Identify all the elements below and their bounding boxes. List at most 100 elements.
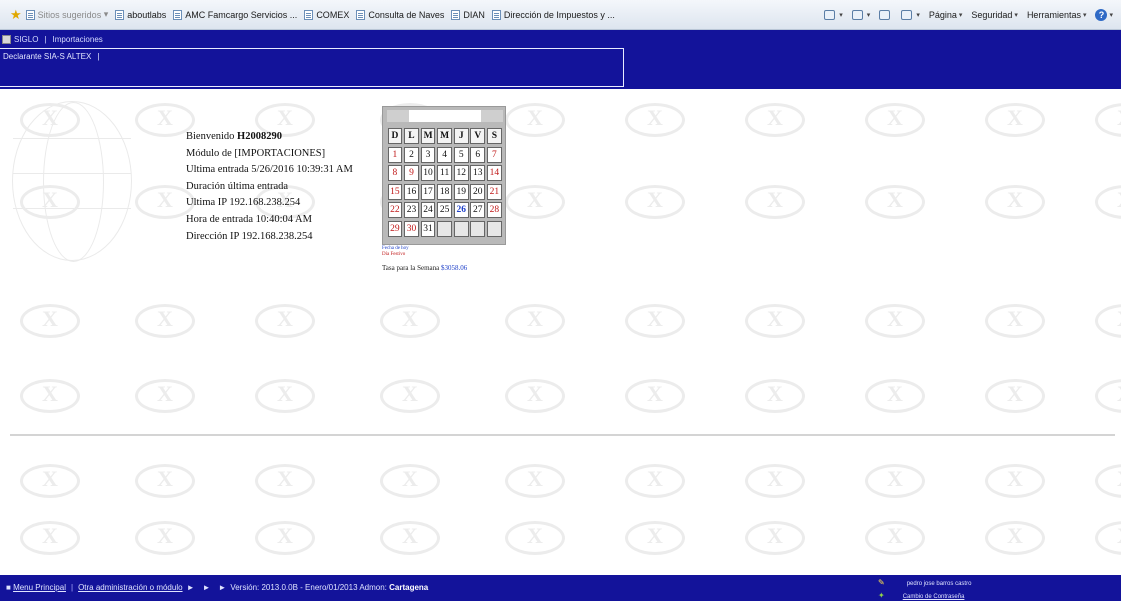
calendar-day[interactable]: 13 (470, 165, 486, 182)
watermark-logo-icon: X (255, 304, 315, 338)
home-button[interactable]: ▾ (824, 10, 843, 20)
user-name: pedro jose barros castro (906, 581, 972, 587)
calendar-day[interactable]: 16 (404, 183, 419, 200)
calendar-empty-cell (453, 220, 469, 237)
watermark-logo-icon: X (625, 379, 685, 413)
breadcrumb-separator: | (44, 34, 47, 44)
calendar-day[interactable]: 29 (387, 220, 403, 237)
calendar-day[interactable]: 18 (437, 183, 452, 200)
calendar-day[interactable]: 4 (437, 146, 452, 163)
horizontal-divider (10, 434, 1115, 436)
watermark-logo-icon: X (745, 464, 805, 498)
mail-button[interactable] (879, 10, 892, 20)
watermark-logo-icon: X (865, 464, 925, 498)
module-line: Módulo de [IMPORTACIONES] (186, 147, 326, 159)
calendar-day[interactable]: 14 (487, 165, 502, 182)
feeds-icon (851, 10, 863, 20)
print-button[interactable]: ▾ (901, 10, 920, 20)
watermark-logo-icon: X (135, 379, 195, 413)
watermark-logo-icon: X (135, 464, 195, 498)
calendar-day[interactable]: 31 (420, 220, 436, 237)
calendar-empty-cell (487, 220, 502, 237)
favorite-item[interactable]: Dirección de Impuestos y ... (491, 9, 615, 20)
watermark-logo-icon: X (135, 521, 195, 555)
calendar-day[interactable]: 7 (487, 146, 502, 163)
calendar-day[interactable]: 1 (387, 146, 403, 163)
exchange-rate: Tasa para la Semana $3058.06 (382, 264, 467, 272)
favorites-star-icon[interactable]: ★ (10, 7, 22, 23)
help-menu[interactable]: ? ▾ (1095, 9, 1113, 21)
watermark-logo-icon: X (1095, 379, 1121, 413)
calendar-header (387, 110, 503, 122)
favorite-item[interactable]: DIAN (451, 9, 485, 20)
calendar-week-row: 29 30 31 (387, 220, 503, 239)
calendar-day[interactable]: 5 (453, 146, 469, 163)
calendar-day[interactable]: 27 (470, 202, 486, 219)
calendar-day[interactable]: 8 (387, 165, 403, 182)
calendar-week-row: 1234567 (387, 146, 503, 165)
calendar-day[interactable]: 3 (420, 146, 436, 163)
favorite-item[interactable]: Sitios sugeridos ▾ (25, 9, 108, 20)
security-menu[interactable]: Seguridad ▾ (971, 10, 1018, 20)
favorite-item[interactable]: aboutlabs (115, 9, 166, 20)
watermark-logo-icon: X (505, 464, 565, 498)
favorite-item[interactable]: COMEX (304, 9, 349, 20)
page-icon (451, 9, 461, 20)
calendar-day[interactable]: 20 (470, 183, 486, 200)
watermark-logo-icon: X (505, 521, 565, 555)
help-icon: ? (1095, 9, 1108, 21)
calendar-day[interactable]: 30 (404, 220, 419, 237)
watermark-logo-icon: X (20, 304, 80, 338)
calendar-day[interactable]: 19 (453, 183, 469, 200)
calendar-weekday: M (420, 128, 436, 144)
calendar-empty-cell (470, 220, 486, 237)
calendar-day[interactable]: 15 (387, 183, 403, 200)
footer-bar: ■ Menu Principal | Otra administración o… (0, 575, 1121, 601)
calendar-day[interactable]: 23 (404, 202, 419, 219)
calendar-day[interactable]: 17 (420, 183, 436, 200)
calendar-widget: D L M M J V S 1 2 3 4 5 6 7 8 9 10 11 12 13 14 15 16 17 18 19 20 21… (382, 106, 506, 245)
calendar-weekday: M (437, 128, 452, 144)
watermark-logo-icon: X (745, 379, 805, 413)
breadcrumb-app[interactable]: SIGLO (14, 35, 38, 44)
calendar-weekday: V (470, 128, 486, 144)
page-icon (356, 9, 366, 20)
welcome-line: Bienvenido H2008290 (186, 131, 282, 142)
declarante-label: Declarante SIA-S ALTEX | (3, 52, 100, 61)
calendar-day[interactable]: 2 (404, 146, 419, 163)
breadcrumb-section[interactable]: Importaciones (53, 35, 103, 44)
favorite-item[interactable]: Consulta de Naves (356, 9, 444, 20)
watermark-logo-icon: X (865, 304, 925, 338)
browser-favorites-bar: ★ Sitios sugeridos ▾ aboutlabs AMC Famca… (0, 0, 1121, 30)
footer-home-icon[interactable]: ■ (6, 583, 13, 592)
arrow-icon: ► (202, 583, 211, 592)
otra-administracion-link[interactable]: Otra administración o módulo (78, 583, 183, 592)
calendar-week-row: 15 16 17 18 19 20 21 (387, 183, 503, 202)
favorite-item[interactable]: AMC Famcargo Servicios ... (173, 9, 297, 20)
calendar-day[interactable]: 24 (420, 202, 436, 219)
calendar-weekday: S (487, 128, 502, 144)
watermark-logo-icon: X (745, 304, 805, 338)
watermark-logo-icon: X (745, 103, 805, 137)
calendar-next-button[interactable] (481, 110, 503, 122)
calendar-day[interactable]: 11 (437, 165, 452, 182)
calendar-day[interactable]: 28 (487, 202, 502, 219)
calendar-day[interactable]: 26 (453, 202, 469, 219)
change-password-link[interactable]: Cambio de Contraseña (903, 594, 965, 600)
page-menu[interactable]: Página ▾ (929, 10, 963, 20)
watermark-logo-icon: X (1095, 464, 1121, 498)
calendar-day[interactable]: 10 (420, 165, 436, 182)
calendar-day[interactable]: 6 (470, 146, 486, 163)
calendar-day[interactable]: 22 (387, 202, 403, 219)
calendar-day[interactable]: 25 (437, 202, 452, 219)
feeds-button[interactable]: ▾ (851, 10, 870, 20)
calendar-day[interactable]: 12 (453, 165, 469, 182)
tools-menu[interactable]: Herramientas ▾ (1027, 10, 1087, 20)
menu-principal-link[interactable]: Menu Principal (13, 583, 66, 592)
calendar-prev-button[interactable] (387, 110, 409, 122)
calendar-day[interactable]: 21 (487, 183, 502, 200)
user-icon: ✎ (878, 578, 885, 587)
watermark-logo-icon: X (380, 379, 440, 413)
watermark-logo-icon: X (380, 304, 440, 338)
calendar-day[interactable]: 9 (404, 165, 419, 182)
